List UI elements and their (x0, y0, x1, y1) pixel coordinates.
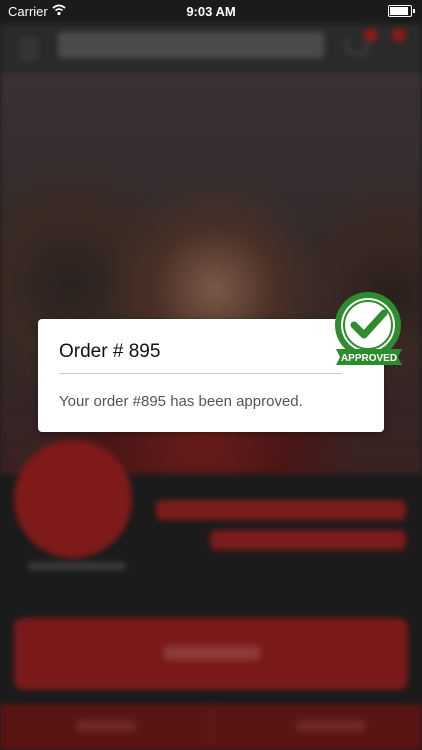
bottom-tab-bar (0, 704, 422, 750)
tab-home[interactable] (76, 720, 136, 732)
brand-caption (28, 562, 126, 570)
cart-count-badge (364, 28, 378, 42)
top-nav-bar (0, 24, 422, 74)
approved-check-icon: APPROVED (335, 292, 402, 365)
tab-orders[interactable] (296, 720, 366, 732)
promo-line-1 (156, 500, 406, 520)
status-bar: Carrier 9:03 AM (0, 0, 422, 24)
hamburger-menu-icon[interactable] (20, 40, 38, 58)
order-now-button[interactable] (14, 618, 408, 690)
dialog-title: Order # 895 (59, 341, 161, 362)
status-time: 9:03 AM (186, 4, 236, 19)
approved-badge-label: APPROVED (341, 353, 397, 364)
promo-headline (150, 494, 406, 564)
battery-level (390, 7, 408, 15)
promo-line-2 (210, 530, 406, 550)
dialog-message: Your order #895 has been approved. (59, 393, 303, 410)
dialog-divider (59, 373, 342, 374)
screen: Carrier 9:03 AM Order # 895 Your order #… (0, 0, 422, 750)
tab-divider (211, 704, 212, 750)
notification-badge[interactable] (392, 28, 406, 42)
brand-logo (14, 440, 132, 558)
battery-icon (388, 5, 415, 17)
search-input[interactable] (58, 32, 324, 58)
order-now-label (164, 646, 260, 660)
